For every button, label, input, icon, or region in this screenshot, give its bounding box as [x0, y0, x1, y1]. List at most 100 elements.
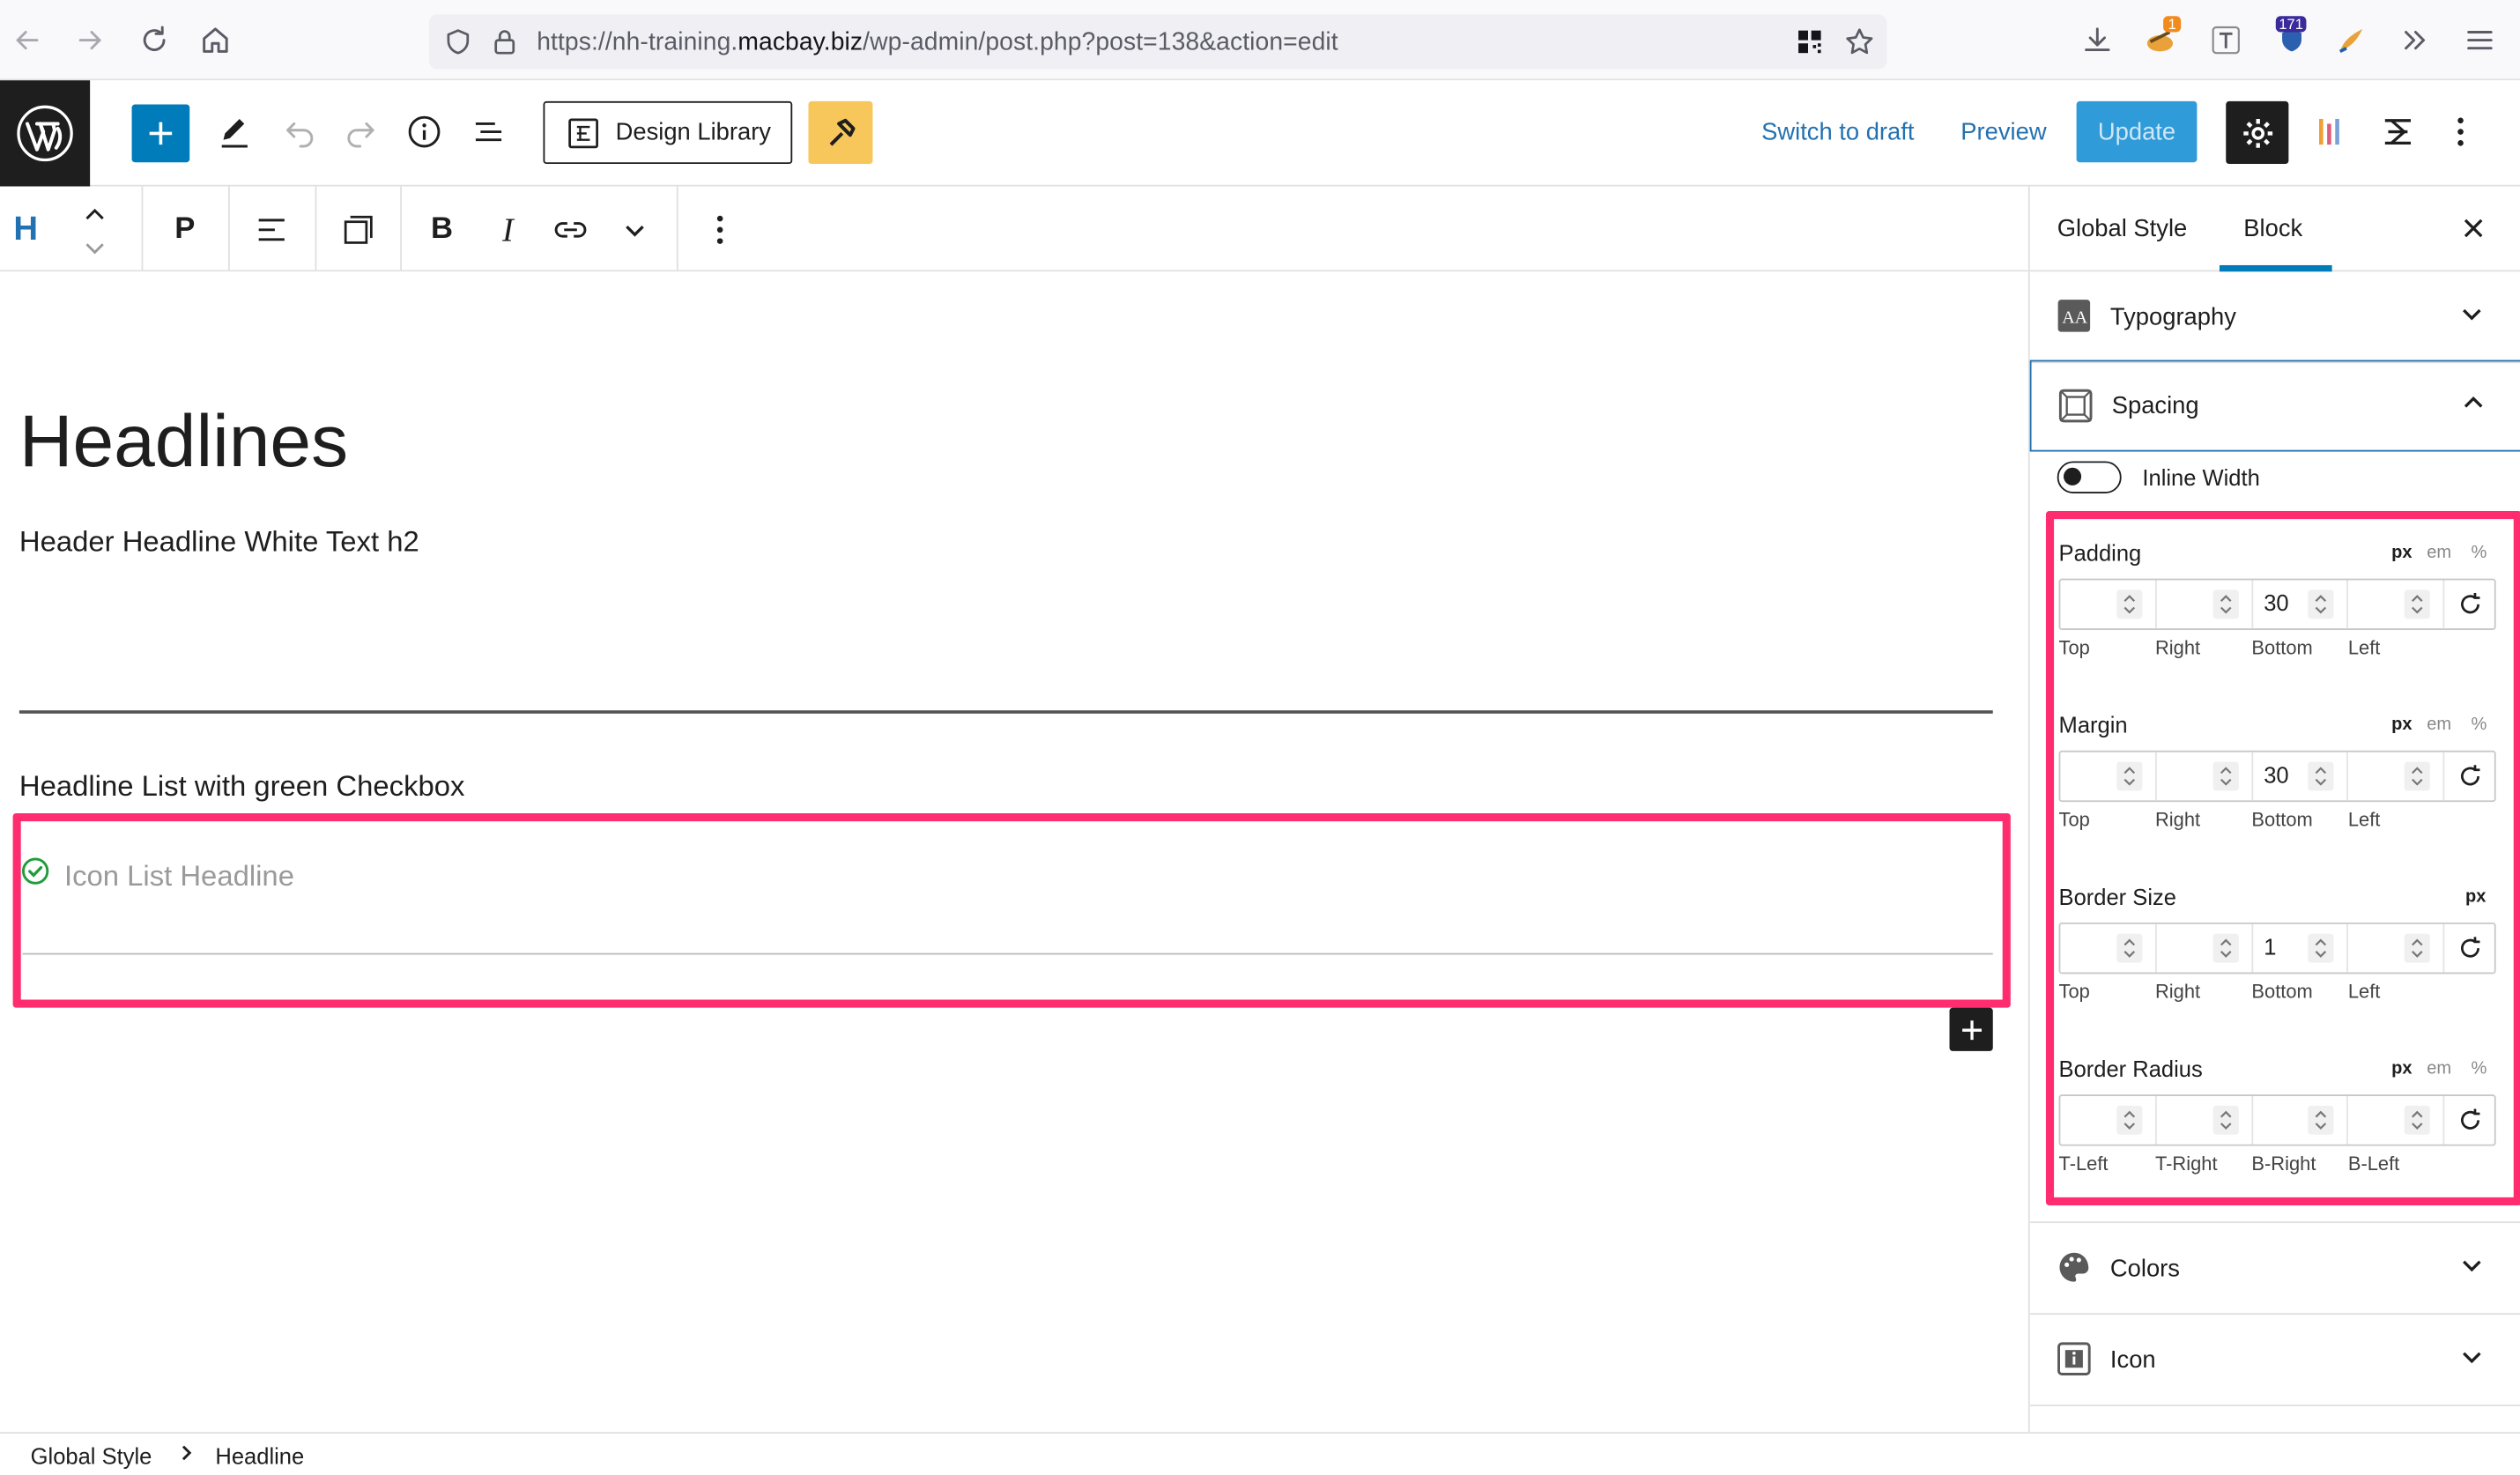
preview-link[interactable]: Preview: [1960, 119, 2046, 146]
reset-icon[interactable]: [2445, 580, 2494, 628]
download-icon[interactable]: [2078, 21, 2116, 60]
tab-global-style[interactable]: Global Style: [2057, 215, 2188, 242]
reset-icon[interactable]: [2445, 924, 2494, 973]
inline-width-toggle[interactable]: [2057, 461, 2122, 493]
border-bottom-input[interactable]: 1: [2252, 923, 2349, 973]
settings-button[interactable]: [2226, 100, 2289, 165]
border-size-unit-selector[interactable]: px: [2465, 887, 2486, 907]
stepper-icon[interactable]: [2116, 1105, 2142, 1135]
update-button[interactable]: Update: [2076, 100, 2198, 163]
stepper-icon[interactable]: [2212, 1105, 2239, 1135]
radius-top-right-input[interactable]: [2156, 1095, 2253, 1145]
radius-bottom-right-input[interactable]: [2252, 1095, 2349, 1145]
tab-block[interactable]: Block: [2243, 215, 2302, 242]
unit-px[interactable]: px: [2465, 887, 2486, 907]
stepper-icon[interactable]: [2212, 933, 2239, 963]
lock-icon[interactable]: [485, 23, 524, 62]
padding-unit-selector[interactable]: px em %: [2391, 544, 2487, 563]
switch-to-draft-link[interactable]: Switch to draft: [1761, 119, 1914, 146]
block-width-icon[interactable]: [337, 209, 379, 250]
margin-top-input[interactable]: [2060, 752, 2157, 801]
padding-bottom-input[interactable]: 30: [2252, 580, 2349, 629]
stepper-icon[interactable]: [2308, 1105, 2335, 1135]
heading-block-icon[interactable]: H: [10, 209, 41, 250]
unit-em[interactable]: em: [2427, 544, 2451, 563]
shield-extension-icon[interactable]: 171: [2272, 16, 2311, 60]
redo-icon[interactable]: [339, 109, 384, 154]
breadcrumb-item-headline[interactable]: Headline: [215, 1443, 304, 1469]
move-up-down-icon[interactable]: [78, 199, 113, 263]
kadence-icon[interactable]: [2375, 109, 2420, 154]
border-top-input[interactable]: [2060, 923, 2157, 973]
wordpress-logo-icon[interactable]: [0, 80, 91, 187]
margin-bottom-input[interactable]: 30: [2252, 752, 2349, 801]
spacing-panel-header[interactable]: Spacing: [2029, 359, 2520, 452]
more-options-icon[interactable]: [2442, 109, 2480, 154]
stepper-icon[interactable]: [2308, 589, 2335, 619]
radius-top-left-input[interactable]: [2060, 1095, 2157, 1145]
stepper-icon[interactable]: [2308, 761, 2335, 791]
paragraph-button[interactable]: P: [167, 209, 203, 250]
back-arrow-icon[interactable]: [8, 21, 47, 60]
overflow-icon[interactable]: [2397, 21, 2435, 60]
plugin-bars-icon[interactable]: [2308, 109, 2349, 154]
align-left-icon[interactable]: [251, 209, 293, 250]
stepper-icon[interactable]: [2404, 761, 2431, 791]
forward-arrow-icon[interactable]: [70, 21, 109, 60]
unit-percent[interactable]: %: [2471, 1059, 2487, 1078]
unit-em[interactable]: em: [2427, 715, 2451, 735]
typography-panel[interactable]: AA Typography: [2029, 271, 2520, 364]
headline-block[interactable]: Header Headline White Text h2: [19, 525, 419, 559]
unit-percent[interactable]: %: [2471, 544, 2487, 563]
info-icon[interactable]: [402, 109, 447, 154]
margin-right-input[interactable]: [2156, 752, 2253, 801]
stepper-icon[interactable]: [2116, 589, 2142, 619]
stepper-icon[interactable]: [2212, 589, 2239, 619]
colors-panel[interactable]: Colors: [2029, 1223, 2520, 1316]
margin-unit-selector[interactable]: px em %: [2391, 715, 2487, 735]
bold-button[interactable]: B: [425, 209, 460, 250]
hammer-tool-button[interactable]: [808, 100, 873, 165]
url-text[interactable]: https://nh-training.macbay.biz/wp-admin/…: [537, 29, 1338, 58]
paint-icon[interactable]: [2333, 21, 2372, 60]
shield-icon[interactable]: [439, 23, 478, 62]
extension-icon[interactable]: 1: [2142, 16, 2182, 60]
unit-percent[interactable]: %: [2471, 715, 2487, 735]
qr-icon[interactable]: [1790, 23, 1829, 62]
icon-panel[interactable]: Icon: [2029, 1315, 2520, 1406]
breadcrumb-item-global-style[interactable]: Global Style: [31, 1443, 152, 1469]
margin-left-input[interactable]: [2348, 752, 2445, 801]
stepper-icon[interactable]: [2212, 761, 2239, 791]
add-block-button[interactable]: [131, 104, 190, 163]
unit-px[interactable]: px: [2391, 715, 2412, 735]
link-icon[interactable]: [550, 209, 591, 250]
add-block-inline-button[interactable]: [1949, 1007, 1993, 1051]
stepper-icon[interactable]: [2308, 933, 2335, 963]
border-radius-unit-selector[interactable]: px em %: [2391, 1059, 2487, 1078]
url-bar[interactable]: https://nh-training.macbay.biz/wp-admin/…: [429, 14, 1887, 70]
design-library-button[interactable]: Design Library: [543, 100, 793, 165]
headline-block[interactable]: Headline List with green Checkbox: [19, 770, 465, 804]
icon-list-placeholder[interactable]: Icon List Headline: [64, 860, 294, 893]
chevron-down-icon[interactable]: [619, 209, 650, 250]
undo-icon[interactable]: [277, 109, 322, 154]
reset-icon[interactable]: [2445, 752, 2494, 801]
padding-right-input[interactable]: [2156, 580, 2253, 629]
unit-px[interactable]: px: [2391, 1059, 2412, 1078]
edit-pencil-icon[interactable]: [212, 109, 257, 154]
list-view-icon[interactable]: [466, 109, 511, 154]
padding-top-input[interactable]: [2060, 580, 2157, 629]
menu-icon[interactable]: [2461, 21, 2500, 60]
border-left-input[interactable]: [2348, 923, 2445, 973]
border-right-input[interactable]: [2156, 923, 2253, 973]
unit-em[interactable]: em: [2427, 1059, 2451, 1078]
unit-px[interactable]: px: [2391, 544, 2412, 563]
italic-button[interactable]: I: [490, 209, 525, 250]
home-icon[interactable]: [196, 21, 235, 60]
post-title[interactable]: Headlines: [19, 397, 348, 484]
block-more-options-icon[interactable]: [704, 209, 736, 250]
stepper-icon[interactable]: [2116, 933, 2142, 963]
stepper-icon[interactable]: [2404, 589, 2431, 619]
close-icon[interactable]: [2461, 215, 2487, 241]
separator[interactable]: [19, 710, 1993, 714]
